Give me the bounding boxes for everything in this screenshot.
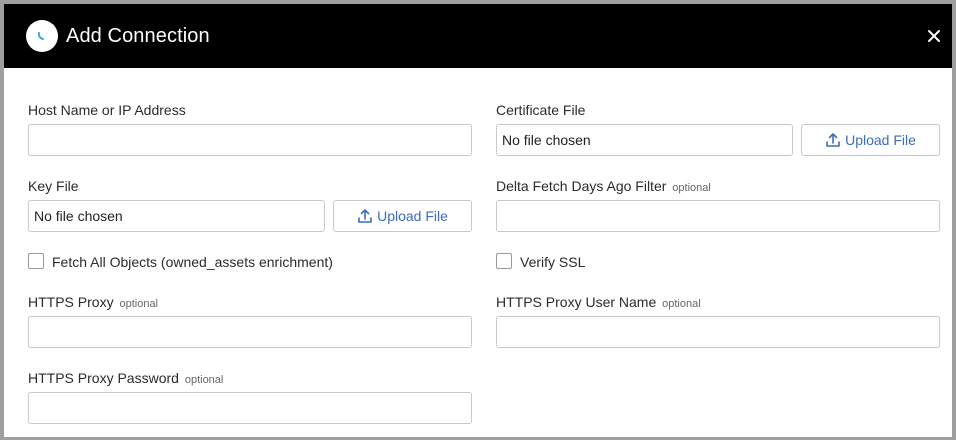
delta-fetch-label-text: Delta Fetch Days Ago Filter [496,178,667,194]
upload-icon [826,133,840,147]
fetch-all-objects-checkbox[interactable] [28,253,44,269]
key-upload-button[interactable]: Upload File [333,200,472,232]
verify-ssl-checkbox[interactable] [496,253,512,269]
dialog-title: Add Connection [66,25,210,47]
dialog-header: Add Connection [4,4,952,68]
key-upload-label: Upload File [377,208,448,224]
optional-tag: optional [119,298,159,310]
host-label: Host Name or IP Address [28,102,186,118]
certificate-file-label: Certificate File [496,102,586,118]
https-proxy-label-text: HTTPS Proxy [28,294,114,310]
app-logo-icon [26,20,58,52]
https-proxy-label: HTTPS Proxy optional [28,293,158,313]
delta-fetch-input[interactable] [496,200,940,232]
fetch-all-objects-label: Fetch All Objects (owned_assets enrichme… [52,254,333,270]
delta-fetch-label: Delta Fetch Days Ago Filter optional [496,177,711,197]
upload-icon [358,209,372,223]
https-proxy-user-label-text: HTTPS Proxy User Name [496,294,657,310]
https-proxy-password-input[interactable] [28,392,472,424]
certificate-file-text: No file chosen [502,132,591,148]
key-file-field[interactable]: No file chosen [28,200,325,232]
certificate-file-field[interactable]: No file chosen [496,124,793,156]
https-proxy-user-label: HTTPS Proxy User Name optional [496,293,701,313]
key-file-label: Key File [28,178,79,194]
optional-tag: optional [672,182,711,194]
https-proxy-input[interactable] [28,316,472,348]
https-proxy-password-label-text: HTTPS Proxy Password [28,370,179,386]
add-connection-dialog: Add Connection Host Name or IP Address C… [0,0,956,440]
verify-ssl-label: Verify SSL [520,254,586,270]
https-proxy-user-input[interactable] [496,316,940,348]
optional-tag: optional [184,374,224,386]
key-file-text: No file chosen [34,208,123,224]
certificate-upload-button[interactable]: Upload File [801,124,940,156]
optional-tag: optional [662,298,701,310]
host-input[interactable] [28,124,472,156]
close-icon[interactable] [924,26,944,46]
https-proxy-password-label: HTTPS Proxy Password optional [28,369,223,389]
certificate-upload-label: Upload File [845,132,916,148]
